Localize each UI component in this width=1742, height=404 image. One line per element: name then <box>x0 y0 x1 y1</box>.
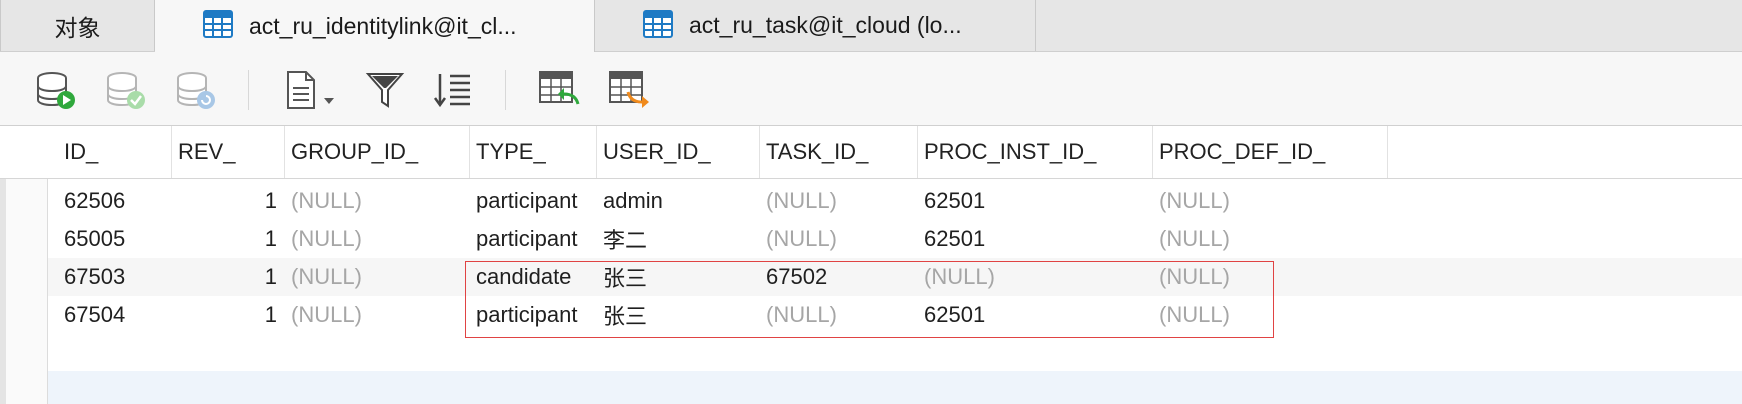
cell-rev[interactable]: 1 <box>172 220 285 258</box>
cell-group-id[interactable]: (NULL) <box>285 296 470 334</box>
cell-rev[interactable]: 1 <box>172 182 285 220</box>
cell-id[interactable]: 62506 <box>58 182 172 220</box>
filter-icon[interactable] <box>364 70 408 110</box>
tab-label: act_ru_task@it_cloud (lo... <box>689 12 962 38</box>
cell-id[interactable]: 65005 <box>58 220 172 258</box>
db-commit-icon[interactable] <box>104 70 148 110</box>
document-icon[interactable] <box>284 70 338 110</box>
cell-group-id[interactable]: (NULL) <box>285 258 470 296</box>
cell-type[interactable]: participant <box>470 182 597 220</box>
db-refresh-icon[interactable] <box>174 70 218 110</box>
cell-group-id[interactable]: (NULL) <box>285 182 470 220</box>
tab-label: act_ru_identitylink@it_cl... <box>249 12 517 39</box>
column-header[interactable]: REV_ <box>172 126 285 178</box>
table-icon <box>643 10 673 38</box>
tab-label: 对象 <box>54 14 101 41</box>
column-header[interactable]: GROUP_ID_ <box>285 126 470 178</box>
column-header[interactable]: PROC_DEF_ID_ <box>1153 126 1388 178</box>
empty-row-area <box>48 371 1742 404</box>
data-grid: ID_ REV_ GROUP_ID_ TYPE_ USER_ID_ TASK_I… <box>0 126 1742 404</box>
column-header[interactable]: ID_ <box>58 126 172 178</box>
cell-group-id[interactable]: (NULL) <box>285 220 470 258</box>
table-icon <box>203 10 233 38</box>
cell-rev[interactable]: 1 <box>172 296 285 334</box>
tab-identitylink[interactable]: act_ru_identitylink@it_cl... <box>155 0 595 52</box>
cell-proc-def-id[interactable]: (NULL) <box>1153 182 1388 220</box>
toolbar-separator <box>248 70 249 110</box>
toolbar-separator <box>505 70 506 110</box>
db-run-icon[interactable] <box>34 70 78 110</box>
cell-task-id[interactable]: (NULL) <box>760 182 918 220</box>
tab-objects[interactable]: 对象 <box>0 0 155 51</box>
cell-user-id[interactable]: admin <box>597 182 760 220</box>
toolbar <box>0 52 1742 126</box>
cell-user-id[interactable]: 李二 <box>597 220 760 258</box>
cell-proc-def-id[interactable]: (NULL) <box>1153 220 1388 258</box>
export-table-icon[interactable] <box>608 70 652 110</box>
column-header[interactable]: USER_ID_ <box>597 126 760 178</box>
cell-proc-inst-id[interactable]: 62501 <box>918 182 1153 220</box>
cell-id[interactable]: 67504 <box>58 296 172 334</box>
sort-icon[interactable] <box>432 70 476 110</box>
cell-proc-inst-id[interactable]: 62501 <box>918 220 1153 258</box>
column-header[interactable]: PROC_INST_ID_ <box>918 126 1153 178</box>
column-header[interactable]: TASK_ID_ <box>760 126 918 178</box>
tab-bar: 对象 act_ru_identitylink@it_cl... act_ru_t… <box>0 0 1742 52</box>
cell-rev[interactable]: 1 <box>172 258 285 296</box>
table-row[interactable]: 65005 1 (NULL) participant 李二 (NULL) 625… <box>48 220 1742 258</box>
column-header-row: ID_ REV_ GROUP_ID_ TYPE_ USER_ID_ TASK_I… <box>0 126 1742 179</box>
cell-id[interactable]: 67503 <box>58 258 172 296</box>
import-table-icon[interactable] <box>538 70 582 110</box>
cell-type[interactable]: participant <box>470 220 597 258</box>
highlight-box <box>465 261 1274 338</box>
table-row[interactable]: 62506 1 (NULL) participant admin (NULL) … <box>48 182 1742 220</box>
cell-task-id[interactable]: (NULL) <box>760 220 918 258</box>
column-header[interactable]: TYPE_ <box>470 126 597 178</box>
tab-task[interactable]: act_ru_task@it_cloud (lo... <box>595 0 1036 51</box>
